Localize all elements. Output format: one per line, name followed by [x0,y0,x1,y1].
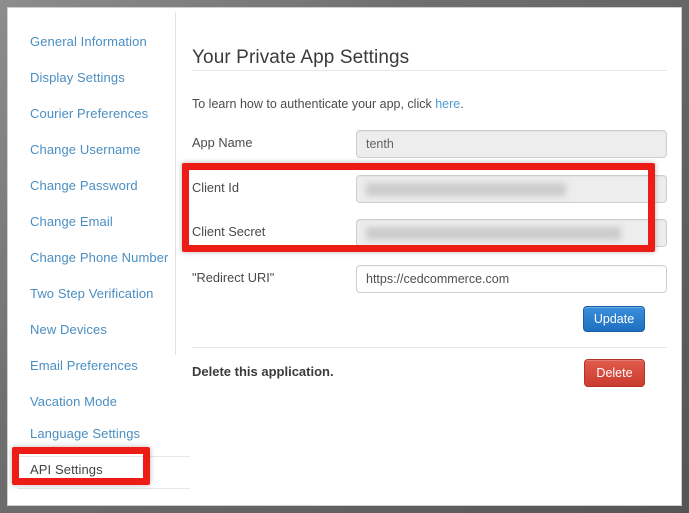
label-redirect-uri: "Redirect URI" [192,270,275,285]
sidebar-item-change-password[interactable]: Change Password [30,176,138,196]
delete-application-label: Delete this application. [192,364,334,379]
help-text-suffix: . [460,96,464,111]
screenshot-root: General Information Display Settings Cou… [0,0,689,513]
delete-section-divider [192,347,667,348]
field-row-client-secret: Client Secret [192,219,667,247]
sidebar-item-new-devices[interactable]: New Devices [30,320,107,340]
sidebar-item-display-settings[interactable]: Display Settings [30,68,125,88]
settings-page: General Information Display Settings Cou… [12,12,677,489]
sidebar-item-email-preferences[interactable]: Email Preferences [30,356,138,376]
title-divider [192,70,667,71]
label-client-id: Client Id [192,180,239,195]
sidebar-rule-bottom [18,488,190,489]
sidebar-item-change-phone-number[interactable]: Change Phone Number [30,248,169,268]
input-app-name[interactable]: tenth [356,130,667,158]
sidebar-rule-top [18,456,190,457]
page-title: Your Private App Settings [192,46,410,68]
client-secret-redacted-value [366,227,621,240]
label-client-secret: Client Secret [192,224,266,239]
api-settings-panel: Your Private App Settings To learn how t… [190,12,677,489]
field-row-app-name: App Name tenth [192,130,667,158]
delete-button[interactable]: Delete [584,359,645,387]
sidebar-item-api-settings[interactable]: API Settings [30,460,103,480]
input-client-secret[interactable] [356,219,667,247]
sidebar-item-vacation-mode[interactable]: Vacation Mode [30,392,117,412]
input-client-id[interactable] [356,175,667,203]
input-redirect-uri[interactable]: https://cedcommerce.com [356,265,667,293]
field-row-redirect-uri: "Redirect URI" https://cedcommerce.com [192,265,667,293]
field-row-client-id: Client Id [192,175,667,203]
sidebar-content-divider [175,12,176,355]
help-text-prefix: To learn how to authenticate your app, c… [192,96,436,111]
update-button[interactable]: Update [583,306,645,332]
sidebar-item-general-information[interactable]: General Information [30,32,147,52]
authenticate-here-link[interactable]: here [435,97,460,111]
label-app-name: App Name [192,135,253,150]
sidebar-item-change-username[interactable]: Change Username [30,140,141,160]
sidebar-item-courier-preferences[interactable]: Courier Preferences [30,104,148,124]
sidebar-item-two-step-verification[interactable]: Two Step Verification [30,284,154,304]
sidebar-item-language-settings[interactable]: Language Settings [30,424,140,444]
authenticate-help-text: To learn how to authenticate your app, c… [192,97,464,111]
settings-sidebar: General Information Display Settings Cou… [12,12,190,489]
client-id-redacted-value [366,183,566,196]
sidebar-item-change-email[interactable]: Change Email [30,212,113,232]
